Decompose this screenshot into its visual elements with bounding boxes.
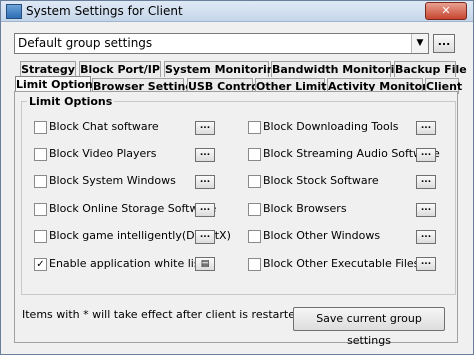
- group-title: Limit Options: [27, 95, 115, 108]
- window-title: System Settings for Client: [26, 4, 183, 18]
- group-select-value: Default group settings: [18, 36, 153, 50]
- checkbox[interactable]: [248, 148, 261, 161]
- list-icon[interactable]: ▤: [195, 257, 215, 271]
- checkbox[interactable]: [248, 258, 261, 271]
- app-icon: [6, 4, 22, 19]
- tab-bandwidth-monitoring[interactable]: Bandwidth Monitoring: [271, 61, 410, 77]
- checkbox[interactable]: [34, 175, 47, 188]
- checkbox[interactable]: [34, 203, 47, 216]
- option-label: Block Stock Software: [263, 174, 379, 187]
- tab-block-port-ip[interactable]: Block Port/IP: [79, 61, 161, 77]
- options-button[interactable]: ...: [195, 230, 215, 244]
- tab-system-monitoring[interactable]: System Monitoring: [164, 61, 282, 77]
- checkbox[interactable]: [248, 175, 261, 188]
- option-label: Block Downloading Tools: [263, 120, 399, 133]
- options-button[interactable]: ...: [416, 203, 436, 217]
- options-button[interactable]: ...: [195, 148, 215, 162]
- options-button[interactable]: ...: [416, 230, 436, 244]
- group-select[interactable]: Default group settings ▼: [14, 33, 429, 54]
- option-label: Enable application white list: [49, 257, 204, 270]
- checkbox[interactable]: [248, 203, 261, 216]
- options-button[interactable]: ...: [416, 148, 436, 162]
- options-button[interactable]: ...: [416, 175, 436, 189]
- option-label: Block Video Players: [49, 147, 157, 160]
- options-button[interactable]: ...: [195, 203, 215, 217]
- option-label: Block Browsers: [263, 202, 347, 215]
- options-button[interactable]: ...: [195, 175, 215, 189]
- option-label: Block System Windows: [49, 174, 176, 187]
- restart-note: Items with * will take effect after clie…: [22, 308, 302, 321]
- option-label: Block Chat software: [49, 120, 159, 133]
- option-label: Block Streaming Audio Software: [263, 147, 440, 160]
- option-label: Block Other Windows: [263, 229, 381, 242]
- options-button[interactable]: ...: [416, 121, 436, 135]
- options-button[interactable]: ...: [416, 257, 436, 271]
- options-button[interactable]: ...: [195, 121, 215, 135]
- close-button[interactable]: ✕: [425, 2, 467, 20]
- checkbox[interactable]: [34, 121, 47, 134]
- chevron-down-icon[interactable]: ▼: [411, 34, 428, 53]
- settings-window: System Settings for Client ✕ Default gro…: [0, 0, 474, 355]
- option-label: Block Other Executable Files: [263, 257, 420, 270]
- tab-strategy[interactable]: Strategy: [20, 61, 76, 77]
- title-bar[interactable]: System Settings for Client ✕: [1, 1, 473, 22]
- save-button[interactable]: Save current group settings: [293, 307, 445, 347]
- checkbox-checked[interactable]: ✓: [34, 258, 47, 271]
- group-more-button[interactable]: ...: [433, 34, 455, 53]
- checkbox[interactable]: [248, 121, 261, 134]
- checkbox[interactable]: [34, 230, 47, 243]
- option-label: Block Online Storage Software: [49, 202, 217, 215]
- checkbox[interactable]: [248, 230, 261, 243]
- tab-backup-file[interactable]: Backup File: [394, 61, 467, 77]
- checkbox[interactable]: [34, 148, 47, 161]
